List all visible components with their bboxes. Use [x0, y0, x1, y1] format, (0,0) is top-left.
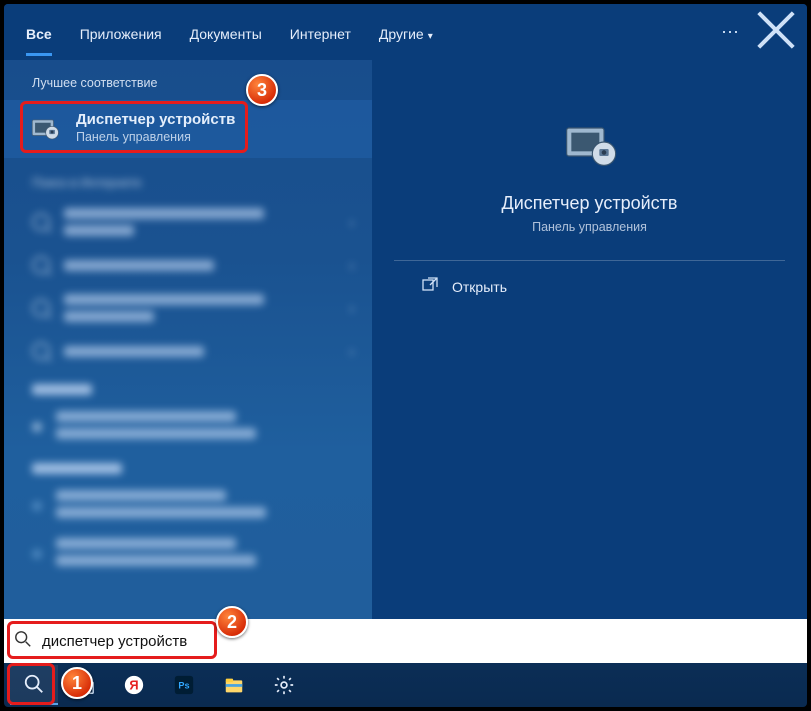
taskbar: Я Ps: [4, 663, 807, 707]
blurred-results: Поиск в Интернете › › › ›: [4, 158, 372, 576]
details-pane: Диспетчер устройств Панель управления От…: [372, 60, 807, 619]
open-label: Открыть: [452, 279, 507, 295]
best-match-title: Диспетчер устройств: [76, 111, 235, 128]
tab-all[interactable]: Все: [12, 8, 66, 56]
callout-badge-2: 2: [216, 606, 248, 638]
tab-more[interactable]: Другие▾: [365, 8, 447, 56]
best-match-label: Лучшее соответствие: [4, 60, 372, 100]
tab-apps[interactable]: Приложения: [66, 8, 176, 56]
device-manager-icon: [28, 110, 62, 144]
search-input[interactable]: [42, 633, 797, 650]
search-icon: [14, 630, 32, 653]
more-options-button[interactable]: ⋯: [707, 22, 753, 43]
tab-internet[interactable]: Интернет: [276, 8, 365, 56]
device-manager-large-icon: [562, 114, 618, 175]
tab-docs[interactable]: Документы: [176, 8, 276, 56]
open-action[interactable]: Открыть: [372, 261, 507, 296]
best-match-item[interactable]: Диспетчер устройств Панель управления: [4, 100, 372, 158]
taskbar-explorer[interactable]: [210, 665, 258, 705]
callout-badge-3: 3: [246, 74, 278, 106]
callout-badge-1: 1: [61, 667, 93, 699]
taskbar-yandex[interactable]: Я: [110, 665, 158, 705]
taskbar-settings[interactable]: [260, 665, 308, 705]
best-match-subtitle: Панель управления: [76, 130, 235, 144]
details-title: Диспетчер устройств: [502, 193, 678, 214]
svg-text:Ps: Ps: [178, 681, 189, 691]
taskbar-photoshop[interactable]: Ps: [160, 665, 208, 705]
details-subtitle: Панель управления: [532, 220, 647, 234]
svg-text:Я: Я: [129, 678, 138, 693]
category-tabs: Все Приложения Документы Интернет Другие…: [4, 4, 807, 60]
taskbar-search-button[interactable]: [10, 665, 58, 705]
search-input-row: [4, 619, 807, 663]
results-list: Лучшее соответствие Диспетчер устройств: [4, 60, 372, 619]
search-results-panel: Все Приложения Документы Интернет Другие…: [4, 4, 807, 619]
close-button[interactable]: [753, 7, 799, 58]
open-icon: [422, 277, 438, 296]
